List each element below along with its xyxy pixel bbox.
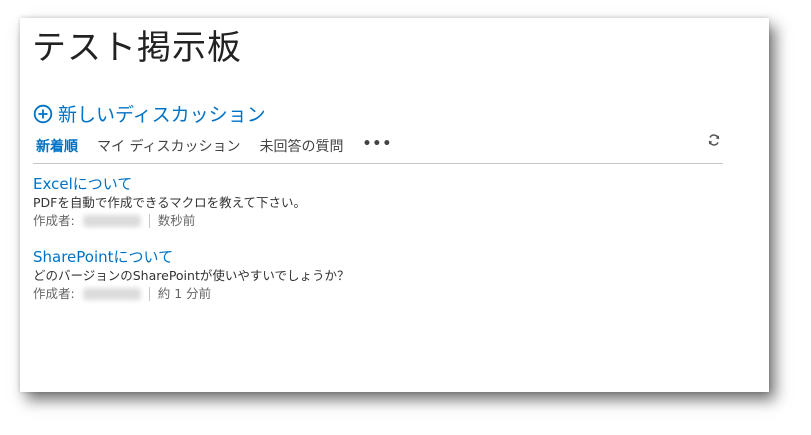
list-item: Excelについて PDFを自動で作成できるマクロを教えて下さい。 作成者: 数…: [33, 174, 713, 230]
new-discussion-button[interactable]: 新しいディスカッション: [33, 100, 266, 127]
tab-unanswered[interactable]: 未回答の質問: [259, 136, 343, 156]
author-label: 作成者:: [33, 213, 75, 228]
post-title-link[interactable]: SharePointについて: [33, 247, 713, 267]
list-item: SharePointについて どのバージョンのSharePointが使いやすいで…: [33, 247, 713, 303]
post-time: 約 1 分前: [157, 286, 212, 301]
post-time: 数秒前: [157, 213, 196, 228]
post-meta: 作成者: 数秒前: [33, 212, 713, 230]
post-body: どのバージョンのSharePointが使いやすいでしょうか？: [33, 268, 350, 283]
refresh-icon[interactable]: [707, 133, 721, 147]
header-divider: [33, 163, 723, 164]
author-name-blurred[interactable]: [82, 288, 141, 300]
plus-circle-icon: [33, 104, 53, 123]
page-title: テスト掲示板: [32, 28, 242, 68]
author-label: 作成者:: [33, 286, 75, 301]
post-title-link[interactable]: Excelについて: [33, 174, 713, 194]
author-name-blurred[interactable]: [82, 215, 141, 227]
view-tabs: 新着順 マイ ディスカッション 未回答の質問 •••: [36, 136, 392, 156]
tab-my-discussions[interactable]: マイ ディスカッション: [97, 136, 240, 156]
post-body: PDFを自動で作成できるマクロを教えて下さい。: [33, 195, 306, 210]
meta-separator: [148, 214, 150, 228]
meta-separator: [148, 287, 150, 301]
post-meta: 作成者: 約 1 分前: [33, 285, 713, 303]
tab-newest[interactable]: 新着順: [36, 136, 78, 156]
new-discussion-label: 新しいディスカッション: [58, 104, 266, 126]
ellipsis-icon[interactable]: •••: [362, 136, 392, 152]
discussion-board-panel: テスト掲示板 新しいディスカッション 新着順 マイ ディスカッション 未回答の質…: [20, 18, 769, 392]
